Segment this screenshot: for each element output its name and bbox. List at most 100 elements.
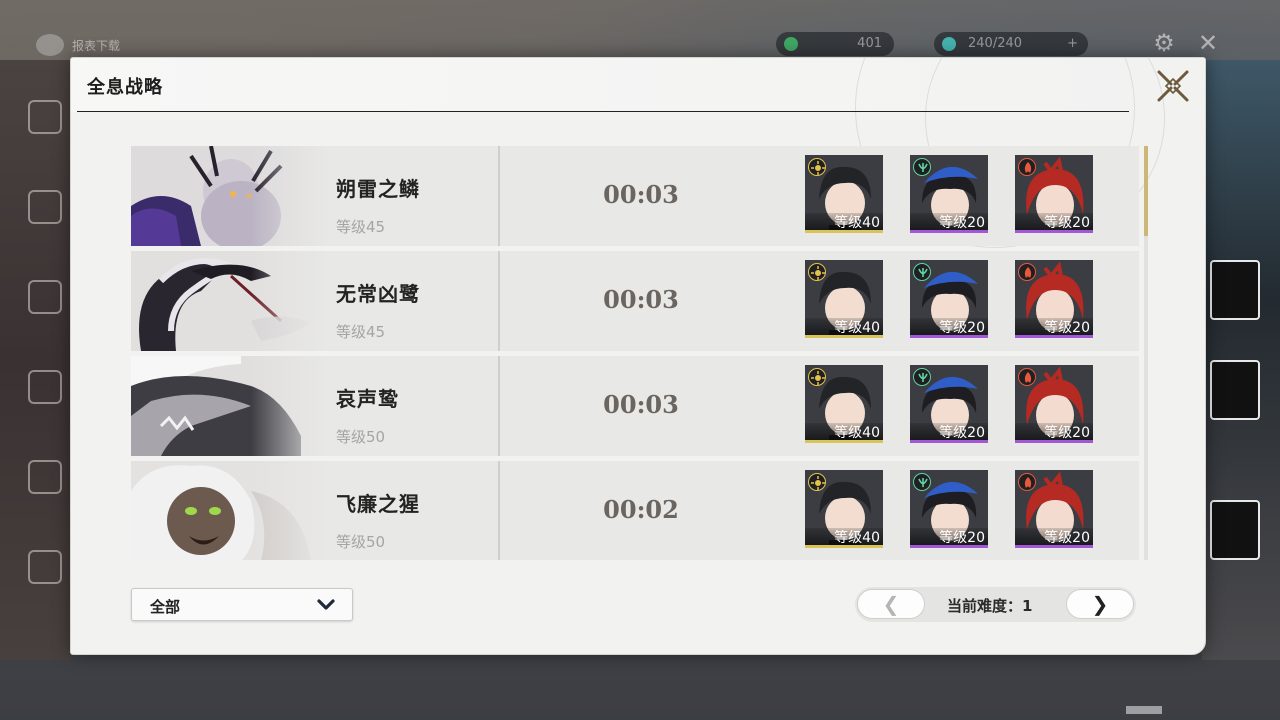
scrollbar-thumb[interactable] <box>1144 146 1148 236</box>
difficulty-label: 当前难度： <box>947 597 1023 615</box>
background-close-icon: ✕ <box>1197 29 1219 57</box>
row-divider <box>498 146 500 246</box>
difficulty-value: 1 <box>1022 597 1033 615</box>
background-menu-icon <box>28 460 62 494</box>
rarity-bar <box>910 335 988 338</box>
team-member-avatar[interactable]: 等级40 <box>805 260 883 338</box>
boss-row[interactable]: 哀声鸷 等级50 00:03 等级40 等级20 等级20 <box>131 356 1139 456</box>
boss-portrait <box>131 251 329 351</box>
list-scrollbar[interactable] <box>1144 146 1148 560</box>
background-menu-icon <box>28 370 62 404</box>
background-card <box>1210 360 1260 420</box>
fusion-element-icon <box>1018 368 1036 386</box>
rarity-bar <box>910 230 988 233</box>
background-menu-icon <box>28 190 62 224</box>
rarity-bar <box>805 440 883 443</box>
team-member-avatar[interactable]: 等级20 <box>910 470 988 548</box>
holographic-strategy-dialog: 全息战略 朔雷之鳞 等级45 00:03 等级40 等级20 等级20 无常凶鹭… <box>70 57 1206 655</box>
clear-time: 00:02 <box>603 495 679 524</box>
rarity-bar <box>1015 335 1093 338</box>
boss-portrait <box>131 461 329 560</box>
boss-name: 无常凶鹭 <box>336 282 420 306</box>
dialog-title: 全息战略 <box>87 77 163 98</box>
boss-name: 飞廉之猩 <box>336 492 420 516</box>
background-decor <box>1126 706 1162 714</box>
plus-icon: + <box>1067 36 1078 51</box>
team-member-avatar[interactable]: 等级40 <box>805 365 883 443</box>
spectro-element-icon <box>808 158 826 176</box>
boss-row[interactable]: 朔雷之鳞 等级45 00:03 等级40 等级20 等级20 <box>131 146 1139 246</box>
rarity-bar <box>1015 545 1093 548</box>
header-divider <box>77 111 1129 112</box>
background-logo-icon <box>36 34 64 56</box>
rarity-bar <box>910 545 988 548</box>
boss-portrait <box>131 356 329 456</box>
boss-level: 等级45 <box>336 323 386 341</box>
background-left-menu <box>0 60 70 660</box>
currency-icon <box>784 37 798 51</box>
boss-name: 朔雷之鳞 <box>336 177 420 201</box>
team-member-avatar[interactable]: 等级20 <box>1015 155 1093 233</box>
background-topbar: 报表下载 401 240/240 + ⚙ ✕ <box>0 0 1280 60</box>
next-difficulty-button[interactable]: ❯ <box>1066 589 1134 619</box>
stamina-icon <box>942 37 956 51</box>
boss-row[interactable]: 飞廉之猩 等级50 00:02 等级40 等级20 等级20 <box>131 461 1139 560</box>
previous-difficulty-button[interactable]: ❮ <box>857 589 925 619</box>
background-right-panel <box>1202 60 1280 660</box>
clear-time: 00:03 <box>603 285 679 314</box>
team-member-avatar[interactable]: 等级40 <box>805 155 883 233</box>
rarity-bar <box>1015 440 1093 443</box>
team-member-avatar[interactable]: 等级20 <box>1015 260 1093 338</box>
team-member-avatar[interactable]: 等级20 <box>1015 470 1093 548</box>
spectro-element-icon <box>808 473 826 491</box>
currency-display: 401 <box>776 32 894 56</box>
boss-portrait <box>131 146 329 246</box>
difficulty-indicator: 当前难度：1 <box>947 595 1032 616</box>
row-divider <box>498 461 500 560</box>
filter-dropdown[interactable]: 全部 <box>131 588 353 621</box>
boss-level: 等级50 <box>336 428 386 446</box>
clear-time: 00:03 <box>603 390 679 419</box>
team-member-avatar[interactable]: 等级40 <box>805 470 883 548</box>
background-menu-icon <box>28 550 62 584</box>
team-member-avatar[interactable]: 等级20 <box>910 260 988 338</box>
row-divider <box>498 356 500 456</box>
team-member-avatar[interactable]: 等级20 <box>910 155 988 233</box>
rarity-bar <box>805 335 883 338</box>
rarity-bar <box>805 545 883 548</box>
background-settings-icon: ⚙ <box>1153 29 1175 57</box>
spectro-element-icon <box>808 263 826 281</box>
close-button[interactable] <box>1155 68 1191 104</box>
boss-level: 等级50 <box>336 533 386 551</box>
fusion-element-icon <box>1018 473 1036 491</box>
stamina-display: 240/240 + <box>934 32 1088 56</box>
spectro-element-icon <box>808 368 826 386</box>
chevron-down-icon <box>317 599 335 610</box>
background-card <box>1210 500 1260 560</box>
difficulty-pager: ❮ 当前难度：1 ❯ <box>855 587 1136 622</box>
filter-selected-value: 全部 <box>150 598 181 616</box>
rarity-bar <box>1015 230 1093 233</box>
clear-time: 00:03 <box>603 180 679 209</box>
background-topbar-label: 报表下载 <box>72 39 121 53</box>
team-member-avatar[interactable]: 等级20 <box>1015 365 1093 443</box>
aero-element-icon <box>913 263 931 281</box>
boss-level: 等级45 <box>336 218 386 236</box>
fusion-element-icon <box>1018 158 1036 176</box>
aero-element-icon <box>913 473 931 491</box>
aero-element-icon <box>913 158 931 176</box>
rarity-bar <box>910 440 988 443</box>
dialog-header: 全息战略 <box>71 58 1205 248</box>
background-menu-icon <box>28 100 62 134</box>
row-divider <box>498 251 500 351</box>
team-member-avatar[interactable]: 等级20 <box>910 365 988 443</box>
background-menu-icon <box>28 280 62 314</box>
boss-name: 哀声鸷 <box>336 387 399 411</box>
boss-record-list[interactable]: 朔雷之鳞 等级45 00:03 等级40 等级20 等级20 无常凶鹭 等级45… <box>131 146 1141 560</box>
boss-row[interactable]: 无常凶鹭 等级45 00:03 等级40 等级20 等级20 <box>131 251 1139 351</box>
background-card <box>1210 260 1260 320</box>
rarity-bar <box>805 230 883 233</box>
close-icon <box>1157 70 1189 102</box>
aero-element-icon <box>913 368 931 386</box>
fusion-element-icon <box>1018 263 1036 281</box>
